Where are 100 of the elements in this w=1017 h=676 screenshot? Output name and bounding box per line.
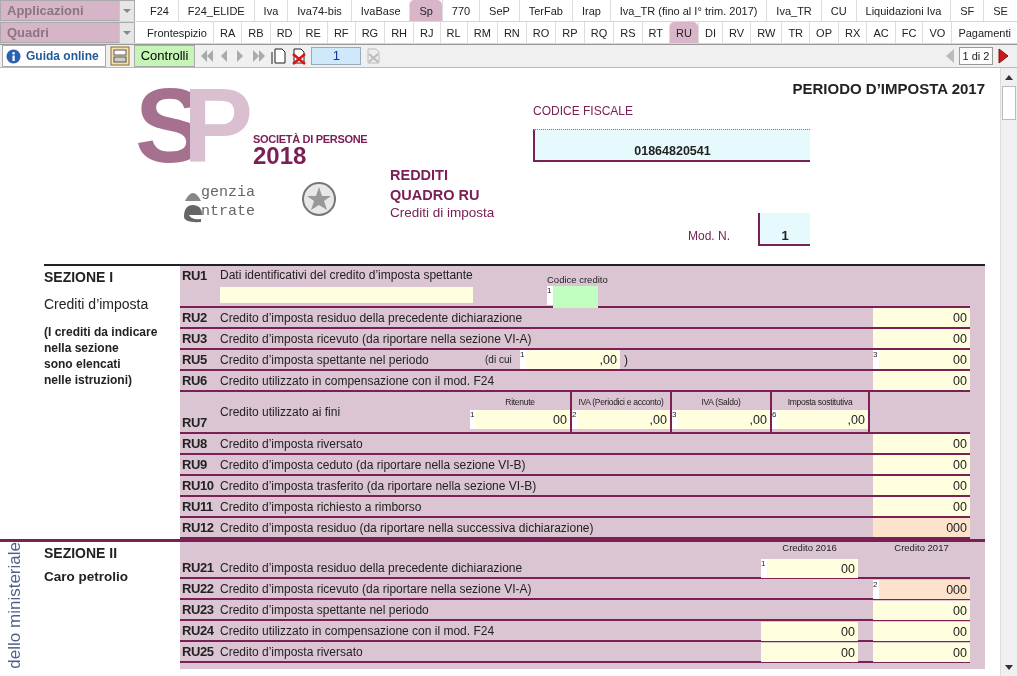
code-field[interactable] [553, 286, 598, 308]
amount-field[interactable]: 00 [873, 371, 970, 390]
tab[interactable]: OP [809, 22, 839, 43]
page-number-field[interactable]: 1 [311, 47, 362, 65]
tab[interactable]: TR [781, 22, 810, 43]
tab[interactable]: FC [894, 22, 923, 43]
tab[interactable]: VO [922, 22, 952, 43]
tab[interactable]: AC [866, 22, 895, 43]
tab[interactable]: CU [820, 0, 856, 21]
tab[interactable]: SF [950, 0, 984, 21]
amount-field[interactable]: 00 [873, 455, 970, 474]
amount-field[interactable]: ,00 [526, 350, 620, 369]
tab[interactable]: RD [269, 22, 299, 43]
tab[interactable]: RO [525, 22, 556, 43]
tab[interactable]: Sp [409, 0, 442, 21]
amount-field[interactable]: 00 [476, 410, 570, 429]
tab[interactable]: Iva_TR [766, 0, 821, 21]
tab[interactable]: RJ [413, 22, 440, 43]
help-button[interactable]: Guida online [2, 45, 106, 67]
tab[interactable]: RL [439, 22, 467, 43]
tab[interactable]: RP [555, 22, 584, 43]
amount-field[interactable]: 000 [873, 518, 970, 537]
tab[interactable]: RU [669, 22, 698, 43]
tab[interactable]: RE [298, 22, 327, 43]
tab[interactable]: RW [750, 22, 782, 43]
controls-button[interactable]: Controlli [133, 45, 196, 67]
document-icon[interactable] [271, 47, 288, 65]
tab[interactable]: F24_ELIDE [177, 0, 254, 21]
row-label: Credito d’imposta riversato [220, 436, 364, 453]
amount-field[interactable]: ,00 [578, 410, 670, 429]
tab[interactable]: 770 [441, 0, 480, 21]
row-label: Dati identificativi del credito d’imposta spettante [220, 267, 474, 284]
tax-code-field[interactable]: 01864820541 [533, 129, 810, 162]
tab[interactable]: Liquidazioni Iva [855, 0, 951, 21]
amount-field[interactable]: 00 [873, 601, 970, 620]
field-header: Imposta sostitutiva [786, 396, 854, 409]
tab[interactable]: Pagamenti [951, 22, 1017, 43]
row-label: Credito d’imposta residuo della precedente dichiarazione [220, 560, 524, 577]
agency-text: ntrate [201, 204, 255, 219]
tab[interactable]: Iva74-bis [287, 0, 351, 21]
tab[interactable]: DI [698, 22, 723, 43]
field-index: 6 [772, 410, 778, 429]
amount-field[interactable]: 00 [879, 350, 970, 369]
amount-field[interactable]: 00 [873, 434, 970, 453]
tab[interactable]: SeP [479, 0, 519, 21]
period-title: PERIODO D’IMPOSTA 2017 [791, 79, 986, 99]
amount-field[interactable]: 00 [873, 308, 970, 327]
amount-field[interactable]: 00 [761, 622, 858, 641]
row-code: RU21 [181, 559, 215, 577]
scroll-down-icon[interactable] [1004, 663, 1014, 672]
field-index: 1 [520, 350, 526, 369]
form-subtitle: Crediti di imposta [390, 205, 496, 221]
previous-page-icon[interactable] [945, 47, 955, 65]
model-number-field[interactable]: 1 [758, 213, 810, 246]
last-page-icon[interactable] [251, 47, 268, 65]
tab[interactable]: TerFab [518, 0, 572, 21]
row-code: RU10 [181, 477, 215, 495]
tab[interactable]: RS [613, 22, 642, 43]
logo-monogram: SP [135, 73, 254, 178]
delete-page-icon[interactable] [291, 47, 308, 65]
section-subtitle: Crediti d’imposta [44, 295, 150, 314]
field-note: (di cui [485, 353, 513, 367]
agency-text: genzia [201, 185, 255, 200]
form-title: REDDITI [390, 166, 449, 185]
tab[interactable]: RH [384, 22, 414, 43]
text-field[interactable] [220, 287, 473, 303]
next-page-icon[interactable] [997, 47, 1009, 65]
tab[interactable]: Irap [571, 0, 610, 21]
amount-field[interactable]: 00 [873, 497, 970, 516]
tab[interactable]: RX [838, 22, 867, 43]
amount-field[interactable]: 00 [873, 329, 970, 348]
tab[interactable]: RA [212, 22, 242, 43]
tab[interactable]: RV [722, 22, 751, 43]
field-header: Codice credito [547, 274, 608, 286]
amount-field[interactable]: 00 [761, 643, 858, 662]
amount-field[interactable]: 00 [767, 559, 858, 578]
amount-field[interactable]: 00 [873, 643, 970, 662]
amount-field[interactable]: 00 [873, 622, 970, 641]
tab[interactable]: RB [241, 22, 270, 43]
amount-field[interactable]: 00 [873, 476, 970, 495]
tab[interactable]: F24 [141, 0, 178, 21]
tab[interactable]: RG [354, 22, 385, 43]
calculator-icon[interactable] [109, 46, 130, 66]
tab[interactable]: Frontespizio [141, 22, 213, 43]
row-code: RU5 [181, 351, 208, 369]
tab[interactable]: RM [466, 22, 497, 43]
amount-field[interactable]: ,00 [678, 410, 770, 429]
row-code: RU24 [181, 622, 215, 640]
field-index: 1 [761, 559, 767, 578]
row-label: Credito d’imposta ricevuto (da riportare nella sezione VI-A) [220, 331, 533, 348]
tab[interactable]: Iva [253, 0, 288, 21]
tab[interactable]: RQ [583, 22, 614, 43]
scrollbar-thumb[interactable] [1002, 86, 1016, 120]
tab[interactable]: RF [326, 22, 355, 43]
tab[interactable]: RN [496, 22, 526, 43]
tab[interactable]: Iva_TR (fino al I° trim. 2017) [609, 0, 767, 21]
amount-field[interactable]: 000 [879, 580, 970, 599]
row-label: Credito d’imposta spettante nel periodo [220, 352, 430, 369]
tab[interactable]: SE [983, 0, 1017, 21]
amount-field[interactable]: ,00 [778, 410, 868, 429]
